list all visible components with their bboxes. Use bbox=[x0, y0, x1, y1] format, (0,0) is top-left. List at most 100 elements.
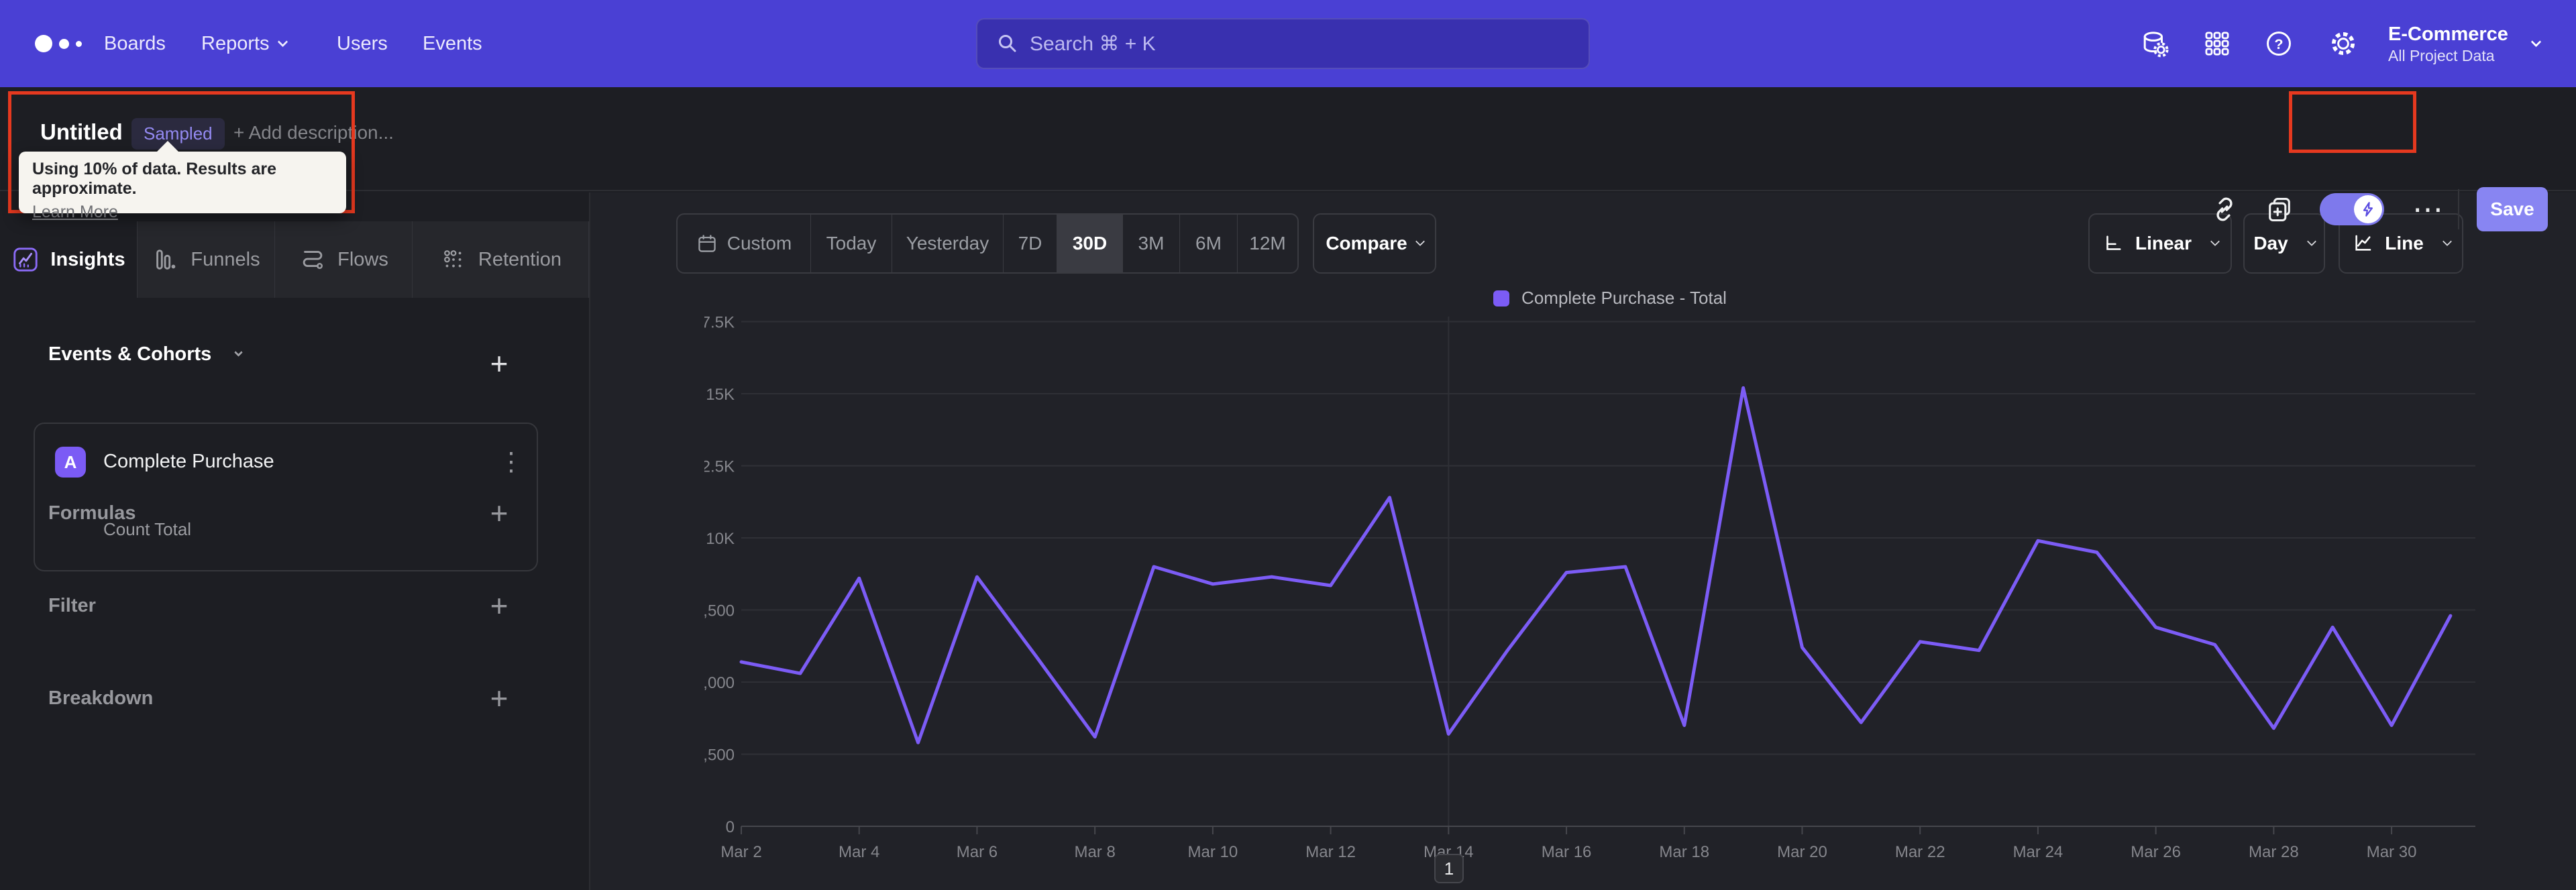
nav-link-reports-label: Reports bbox=[201, 32, 270, 54]
sampling-toggle[interactable] bbox=[2320, 193, 2384, 225]
range-12m-label: 12M bbox=[1249, 233, 1286, 254]
svg-text:Mar 16: Mar 16 bbox=[1542, 843, 1592, 861]
nav-link-users[interactable]: Users bbox=[337, 0, 388, 87]
search-placeholder: Search ⌘ + K bbox=[1030, 32, 1156, 55]
svg-text:5,000: 5,000 bbox=[704, 674, 735, 692]
range-yesterday-label: Yesterday bbox=[906, 233, 989, 254]
range-7d[interactable]: 7D bbox=[1004, 215, 1057, 272]
tab-retention[interactable]: Retention bbox=[413, 221, 589, 298]
top-nav-bar: Boards Reports Users Events Search ⌘ + K bbox=[0, 0, 2576, 87]
svg-text:Mar 6: Mar 6 bbox=[957, 843, 998, 861]
svg-text:Mar 10: Mar 10 bbox=[1188, 843, 1238, 861]
logo-dot-medium bbox=[59, 38, 69, 49]
chart-type-label: Line bbox=[2385, 233, 2424, 254]
svg-text:Mar 12: Mar 12 bbox=[1305, 843, 1356, 861]
sampling-tooltip: Using 10% of data. Results are approxima… bbox=[19, 152, 346, 221]
section-formulas: Formulas bbox=[48, 502, 136, 524]
legend-label: Complete Purchase - Total bbox=[1521, 288, 1727, 308]
add-description-field[interactable]: + Add description... bbox=[233, 122, 394, 144]
chevron-down-icon bbox=[2306, 236, 2316, 247]
tab-flows-label: Flows bbox=[337, 248, 388, 270]
compare-dropdown[interactable]: Compare bbox=[1313, 213, 1436, 274]
lightning-bolt-icon bbox=[2363, 202, 2373, 217]
add-formula-button[interactable]: + bbox=[479, 493, 519, 533]
line-chart[interactable]: 0 2,500 5,000 7,500 10K 12.5K 15K 17.5K Mar 2 Mar… bbox=[704, 309, 2516, 865]
apps-grid-icon[interactable] bbox=[2202, 0, 2233, 87]
tab-flows[interactable]: Flows bbox=[275, 221, 413, 298]
svg-text:Mar 18: Mar 18 bbox=[1659, 843, 1709, 861]
page-number-button[interactable]: 1 bbox=[1434, 854, 1464, 883]
svg-text:7,500: 7,500 bbox=[704, 602, 735, 620]
legend-swatch bbox=[1493, 290, 1510, 307]
nav-link-events[interactable]: Events bbox=[423, 0, 482, 87]
tab-insights-label: Insights bbox=[50, 248, 125, 270]
chevron-down-icon bbox=[2210, 236, 2220, 247]
copy-link-icon[interactable] bbox=[2204, 189, 2245, 229]
chevron-down-icon bbox=[234, 348, 244, 357]
funnels-icon bbox=[156, 249, 176, 270]
event-name[interactable]: Complete Purchase bbox=[103, 451, 274, 473]
scale-label: Linear bbox=[2135, 233, 2192, 254]
svg-text:Mar 8: Mar 8 bbox=[1074, 843, 1115, 861]
project-name: E-Commerce bbox=[2388, 23, 2508, 46]
range-custom[interactable]: Custom bbox=[678, 215, 811, 272]
svg-text:15K: 15K bbox=[706, 386, 735, 404]
query-builder-sidebar: Insights Funnels Flows Retention Events … bbox=[0, 192, 590, 890]
svg-text:17.5K: 17.5K bbox=[704, 314, 735, 332]
calendar-icon bbox=[698, 235, 716, 252]
event-options-kebab[interactable]: ⋮ bbox=[496, 443, 526, 480]
project-switcher[interactable]: E-Commerce All Project Data bbox=[2388, 0, 2542, 87]
settings-gear-icon[interactable] bbox=[2326, 0, 2360, 87]
event-series-badge: A bbox=[55, 447, 86, 478]
compare-label: Compare bbox=[1326, 233, 1407, 254]
nav-link-events-label: Events bbox=[423, 32, 482, 54]
range-6m-label: 6M bbox=[1195, 233, 1222, 254]
linear-scale-icon bbox=[2106, 235, 2121, 250]
add-breakdown-button[interactable]: + bbox=[479, 678, 519, 718]
nav-link-boards-label: Boards bbox=[104, 32, 166, 54]
header-divider bbox=[2458, 189, 2459, 229]
data-management-icon[interactable] bbox=[2139, 0, 2169, 87]
learn-more-link[interactable]: Learn More bbox=[32, 203, 118, 222]
sampled-badge[interactable]: Sampled bbox=[131, 118, 225, 150]
report-header-bar: Untitled Sampled + Add description... ⋯ … bbox=[0, 87, 2576, 231]
more-options-button[interactable]: ⋯ bbox=[2407, 188, 2450, 231]
event-card[interactable]: A Complete Purchase ⋮ Count Total bbox=[34, 423, 538, 571]
nav-link-boards[interactable]: Boards bbox=[104, 0, 166, 87]
tooltip-text: Using 10% of data. Results are approxima… bbox=[32, 160, 277, 198]
logo-dot-large bbox=[35, 35, 52, 52]
save-button[interactable]: Save bbox=[2477, 187, 2548, 231]
range-7d-label: 7D bbox=[1018, 233, 1042, 254]
range-30d-label: 30D bbox=[1072, 233, 1108, 254]
search-input[interactable]: Search ⌘ + K bbox=[976, 18, 1590, 69]
report-tabs: Insights Funnels Flows Retention bbox=[0, 221, 589, 298]
chart-legend[interactable]: Complete Purchase - Total bbox=[704, 288, 2516, 309]
tab-funnels[interactable]: Funnels bbox=[138, 221, 275, 298]
mixpanel-logo-icon[interactable] bbox=[35, 0, 82, 87]
nav-link-reports[interactable]: Reports bbox=[201, 0, 288, 87]
add-event-button[interactable]: + bbox=[479, 343, 519, 384]
range-3m[interactable]: 3M bbox=[1123, 215, 1180, 272]
range-today[interactable]: Today bbox=[811, 215, 892, 272]
line-chart-icon bbox=[2355, 235, 2371, 251]
range-yesterday[interactable]: Yesterday bbox=[892, 215, 1004, 272]
svg-text:Mar 20: Mar 20 bbox=[1777, 843, 1827, 861]
report-title[interactable]: Untitled bbox=[40, 119, 123, 145]
chevron-down-icon bbox=[277, 36, 288, 47]
events-cohorts-header[interactable]: Events & Cohorts bbox=[48, 343, 244, 366]
svg-text:0: 0 bbox=[726, 818, 735, 836]
date-range-selector: Custom Today Yesterday 7D 30D 3M 6M 12M bbox=[676, 213, 1299, 274]
tab-insights[interactable]: Insights bbox=[0, 221, 138, 298]
help-icon[interactable]: ? bbox=[2262, 0, 2296, 87]
section-breakdown: Breakdown bbox=[48, 687, 154, 709]
insights-icon bbox=[13, 247, 38, 272]
range-30d[interactable]: 30D bbox=[1057, 215, 1123, 272]
duplicate-icon[interactable] bbox=[2259, 189, 2300, 229]
tab-funnels-label: Funnels bbox=[191, 248, 260, 270]
range-12m[interactable]: 12M bbox=[1238, 215, 1297, 272]
nav-link-users-label: Users bbox=[337, 32, 388, 54]
range-3m-label: 3M bbox=[1138, 233, 1165, 254]
range-6m[interactable]: 6M bbox=[1180, 215, 1238, 272]
range-custom-label: Custom bbox=[727, 233, 792, 254]
add-filter-button[interactable]: + bbox=[479, 586, 519, 626]
